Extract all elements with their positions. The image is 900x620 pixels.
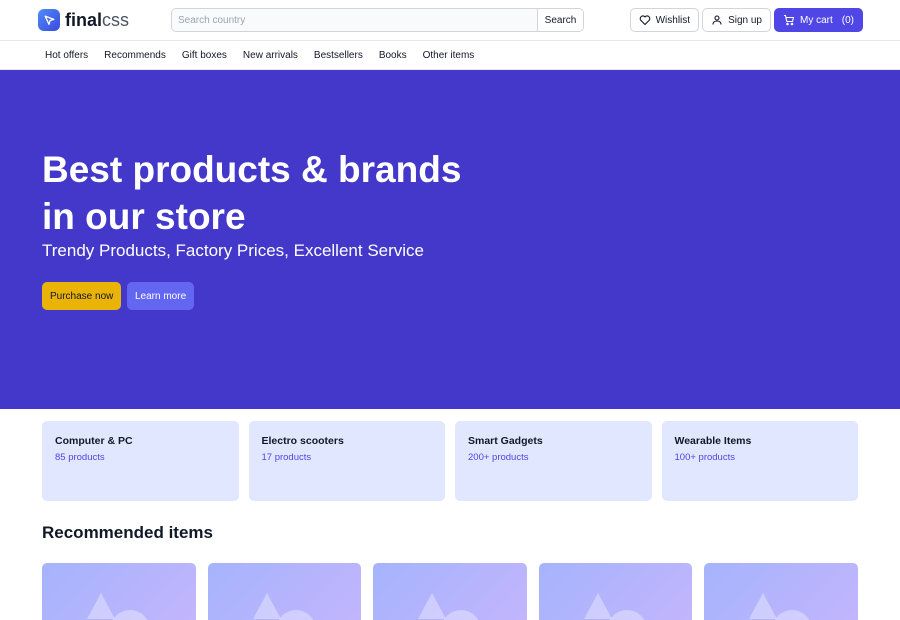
category-count: 85 products	[55, 452, 105, 463]
purchase-now-button[interactable]: Purchase now	[42, 282, 122, 310]
cart-icon	[783, 14, 795, 26]
nav-item-new-arrivals[interactable]: New arrivals	[235, 50, 306, 61]
logo-text: finalcss	[65, 9, 129, 31]
product-card-image[interactable]	[42, 563, 196, 620]
nav-item-other-items[interactable]: Other items	[415, 50, 483, 61]
image-placeholder-icon	[418, 593, 447, 619]
image-placeholder-circle	[606, 610, 647, 620]
image-placeholder-icon	[749, 593, 778, 619]
image-placeholder-icon	[583, 593, 612, 619]
category-count: 17 products	[261, 452, 312, 463]
image-placeholder-circle	[110, 610, 150, 620]
category-count: 200+ products	[468, 452, 529, 463]
recommended-title: Recommended items	[42, 523, 213, 542]
nav-item-books[interactable]: Books	[371, 50, 415, 61]
logo-text-bold: final	[65, 10, 103, 30]
sign-up-label: Sign up	[728, 14, 762, 26]
product-card-image[interactable]	[373, 563, 527, 620]
heart-icon	[639, 14, 651, 26]
category-card-electro-scooters[interactable]: Electro scooters 17 products	[248, 421, 445, 501]
category-cards: Computer & PC 85 products Electro scoote…	[42, 421, 858, 501]
wishlist-button[interactable]: Wishlist	[629, 8, 700, 32]
product-card-image[interactable]	[207, 563, 362, 620]
sign-up-button[interactable]: Sign up	[702, 8, 771, 32]
logo-text-light: css	[102, 10, 130, 30]
search-bar: Search	[171, 8, 584, 32]
category-title: Smart Gadgets	[468, 435, 543, 447]
recommended-products	[42, 563, 858, 620]
pointer-logo-icon	[38, 9, 60, 31]
category-title: Electro scooters	[261, 435, 344, 447]
wishlist-label: Wishlist	[655, 14, 691, 26]
image-placeholder-icon	[87, 593, 115, 619]
category-card-smart-gadgets[interactable]: Smart Gadgets 200+ products	[455, 421, 652, 501]
category-card-computer-pc[interactable]: Computer & PC 85 products	[42, 421, 239, 501]
site-header: finalcss Search Wishlist Sign up My cart…	[0, 0, 900, 41]
category-card-wearable-items[interactable]: Wearable Items 100+ products	[661, 421, 858, 501]
nav-item-recommends[interactable]: Recommends	[96, 50, 174, 61]
hero-subtitle: Trendy Products, Factory Prices, Excelle…	[42, 241, 425, 260]
nav-list: Hot offers Recommends Gift boxes New arr…	[37, 41, 482, 70]
search-button[interactable]: Search	[537, 9, 583, 31]
category-title: Wearable Items	[674, 435, 752, 447]
nav-item-hot-offers[interactable]: Hot offers	[37, 50, 96, 61]
image-placeholder-icon	[252, 593, 281, 619]
hero-title: Best products & brands in our store	[42, 149, 462, 237]
image-placeholder-circle	[772, 610, 813, 620]
image-placeholder-circle	[441, 610, 482, 620]
search-input[interactable]	[172, 9, 537, 31]
hero-banner: Best products & brands in our store Tren…	[0, 70, 900, 409]
product-card-image[interactable]	[704, 563, 858, 620]
nav-item-bestsellers[interactable]: Bestsellers	[306, 50, 371, 61]
learn-more-button[interactable]: Learn more	[127, 282, 195, 310]
logo[interactable]: finalcss	[38, 9, 129, 31]
my-cart-label: My cart	[799, 14, 833, 26]
nav-item-gift-boxes[interactable]: Gift boxes	[174, 50, 235, 61]
category-count: 100+ products	[674, 452, 735, 463]
product-card-image[interactable]	[538, 563, 693, 620]
image-placeholder-circle	[275, 610, 316, 620]
user-icon	[711, 14, 723, 26]
cart-count: (0)	[841, 14, 854, 26]
category-title: Computer & PC	[55, 435, 133, 447]
category-nav: Hot offers Recommends Gift boxes New arr…	[0, 41, 900, 70]
header-actions: Wishlist Sign up My cart (0)	[629, 8, 863, 32]
my-cart-button[interactable]: My cart (0)	[773, 8, 863, 32]
